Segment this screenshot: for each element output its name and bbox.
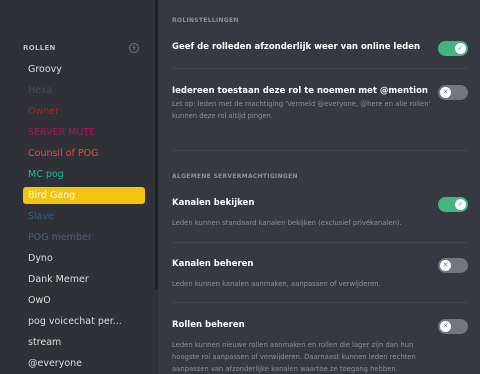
divider [172, 242, 468, 243]
role-item-owner[interactable]: Owner [23, 103, 145, 120]
role-item-pog-member[interactable]: POG member [23, 229, 145, 246]
check-icon: ✓ [455, 43, 466, 54]
role-item-slave[interactable]: Slave [23, 208, 145, 225]
role-item-pog-voicechat[interactable]: pog voicechat per... [23, 313, 145, 330]
mention-label: Iedereen toestaan deze rol te noemen met… [172, 86, 428, 96]
role-item-label: Dank Memer [28, 274, 89, 285]
role-item-label: POG member [28, 232, 92, 243]
view-channels-toggle[interactable]: ✓ [438, 197, 468, 212]
roles-header: ROLLEN + [23, 42, 139, 54]
role-item-label: Dyno [28, 253, 53, 264]
x-icon: ✕ [440, 321, 451, 332]
role-item-stream[interactable]: stream [23, 334, 145, 351]
role-item-label: Groovy [28, 64, 62, 75]
role-item-label: SERVER MUTE [28, 127, 96, 138]
manage-roles-description-line: hoogste rol aanpassen of verwijderen. Da… [172, 353, 416, 361]
divider [172, 68, 468, 69]
role-item-counsil-of-pog[interactable]: Counsil of POG [23, 145, 145, 162]
manage-channels-toggle[interactable]: ✕ [438, 258, 468, 273]
role-item-label: MC pog [28, 169, 64, 180]
x-icon: ✕ [440, 87, 451, 98]
role-item-groovy[interactable]: Groovy [23, 61, 145, 78]
role-item-dyno[interactable]: Dyno [23, 250, 145, 267]
role-item-owo[interactable]: OwO [23, 292, 145, 309]
role-item-label: Counsil of POG [28, 148, 99, 159]
divider [172, 150, 468, 151]
check-icon: ✓ [455, 199, 466, 210]
role-item-dank-memer[interactable]: Dank Memer [23, 271, 145, 288]
view-channels-label: Kanalen bekijken [172, 198, 255, 208]
display-separately-toggle[interactable]: ✓ [438, 41, 468, 56]
mention-description: Let op: leden met de machtiging 'Vermeld… [172, 100, 431, 120]
role-settings-title: ROLINSTELLINGEN [172, 17, 239, 24]
roles-sidebar: ROLLEN + Groovy Hexa Owner SERVER MUTE C… [0, 0, 158, 374]
role-item-server-mute[interactable]: SERVER MUTE [23, 124, 145, 141]
general-permissions-title: ALGEMENE SERVERMACHTIGINGEN [172, 173, 298, 180]
role-item-label: pog voicechat per... [28, 316, 122, 327]
manage-roles-description-line: aanpassen van afzonderlijke kanalen waar… [172, 365, 398, 373]
role-item-everyone[interactable]: @everyone [23, 355, 145, 372]
role-item-label: @everyone [28, 358, 83, 369]
role-settings-panel: ROLINSTELLINGEN Geef de rolleden afzonde… [158, 0, 480, 374]
role-item-hexa[interactable]: Hexa [23, 82, 145, 99]
manage-roles-label: Rollen beheren [172, 320, 245, 330]
role-item-label: Slave [28, 211, 54, 222]
display-separately-label: Geef de rolleden afzonderlijk weer van o… [172, 42, 421, 52]
role-item-label: Bird Gang [28, 190, 76, 201]
manage-roles-toggle[interactable]: ✕ [438, 319, 468, 334]
role-item-bird-gang[interactable]: Bird Gang [23, 187, 145, 204]
manage-roles-description-line: Leden kunnen nieuwe rollen aanmaken en r… [172, 341, 414, 349]
view-channels-description: Leden kunnen standaard kanalen bekijken … [172, 219, 402, 227]
roles-header-title: ROLLEN [23, 44, 56, 52]
x-icon: ✕ [440, 260, 451, 271]
role-item-label: OwO [28, 295, 51, 306]
role-item-label: Owner [28, 106, 60, 117]
manage-channels-label: Kanalen beheren [172, 259, 254, 269]
role-item-label: stream [28, 337, 62, 348]
manage-roles-description: Leden kunnen nieuwe rollen aanmaken en r… [172, 339, 457, 374]
divider [172, 302, 468, 303]
manage-channels-description: Leden kunnen kanalen aanmaken, aanpassen… [172, 280, 381, 288]
role-item-label: Hexa [28, 85, 53, 96]
role-item-mc-pog[interactable]: MC pog [23, 166, 145, 183]
plus-circle-icon[interactable]: + [129, 43, 139, 53]
